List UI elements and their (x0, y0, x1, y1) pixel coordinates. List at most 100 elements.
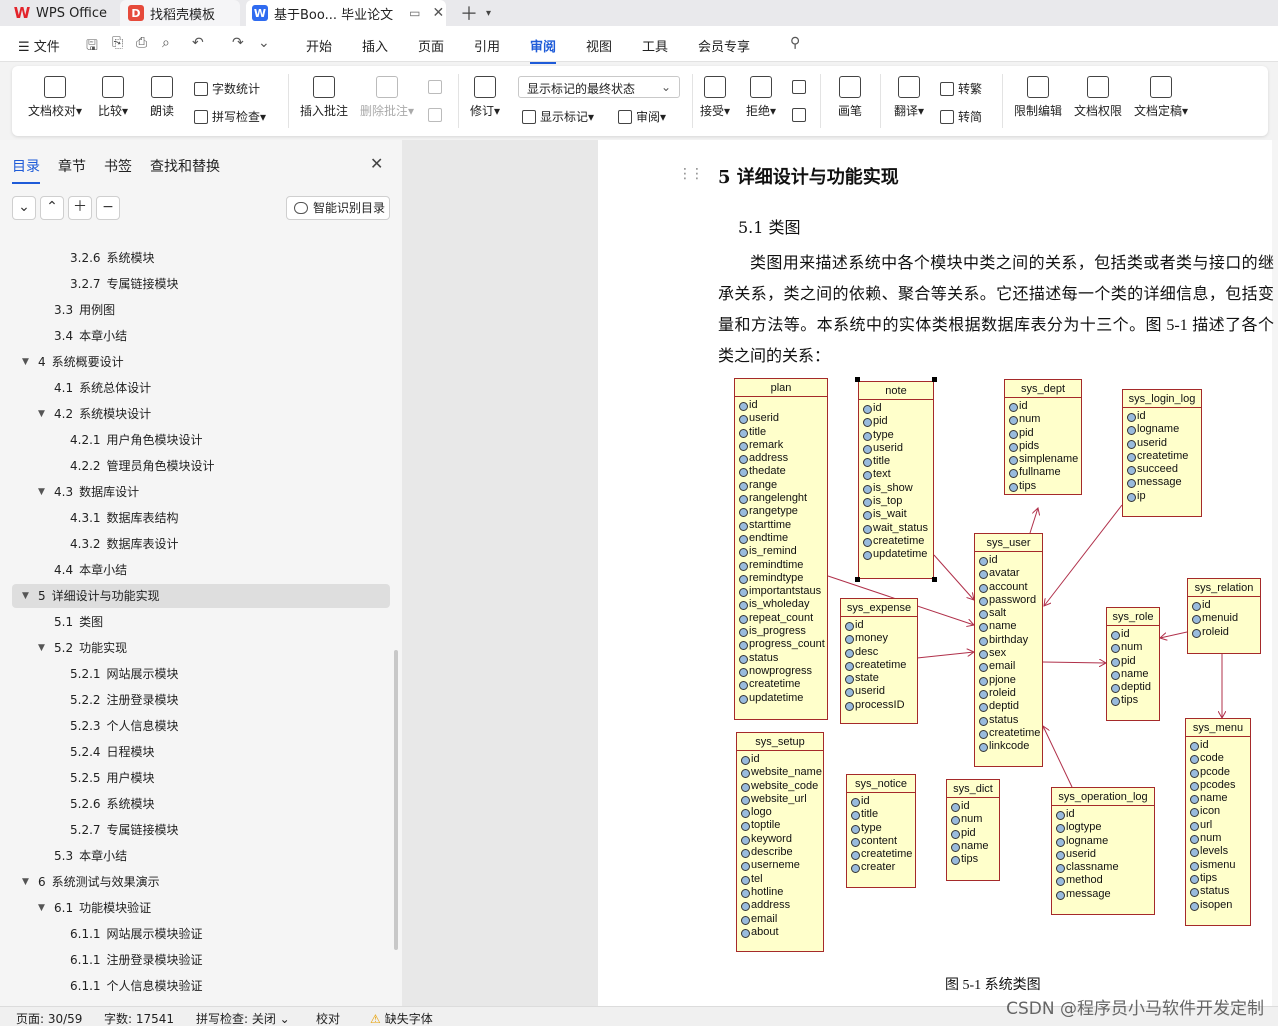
missing-font-status[interactable]: ⚠ 缺失字体 (370, 1010, 433, 1026)
revise-button[interactable]: 修订▾ (470, 76, 500, 119)
menu-start[interactable]: 开始 (306, 36, 332, 55)
undo-icon[interactable]: ↶ (192, 35, 204, 51)
selection-handle[interactable] (932, 377, 937, 382)
compare-button[interactable]: 比较▾ (98, 76, 128, 119)
spell-check-status[interactable]: 拼写检查: 关闭 ⌄ (196, 1010, 290, 1026)
nav-tab-chapters[interactable]: 章节 (58, 156, 86, 176)
reject-button[interactable]: 拒绝▾ (746, 76, 776, 119)
toc-item[interactable]: 5.3 本章小结 (54, 844, 127, 868)
to-simplified-button[interactable]: 转简 (940, 108, 982, 125)
toc-item[interactable]: 3.4 本章小结 (54, 324, 127, 348)
page-indicator[interactable]: 页面: 30/59 (16, 1010, 82, 1026)
show-marks-button[interactable]: 显示标记 ▾ (522, 108, 594, 125)
expand-triangle-icon[interactable]: ▼ (22, 350, 29, 374)
collapse-all-button[interactable]: − (96, 196, 120, 220)
translate-button[interactable]: 翻译▾ (894, 76, 924, 119)
nav-tab-toc[interactable]: 目录 (12, 156, 40, 184)
toc-item[interactable]: ▼ 4.2 系统模块设计 (38, 402, 151, 426)
toc-item[interactable]: 5.2.1 网站展示模块 (70, 662, 179, 686)
close-tab-icon[interactable]: ✕ (432, 5, 444, 21)
uml-class-sys-user[interactable]: sys_user id avatar account password salt name b… (974, 533, 1043, 767)
expand-triangle-icon[interactable]: ▼ (38, 480, 45, 504)
nav-tab-bookmarks[interactable]: 书签 (104, 156, 132, 176)
collapse-down-button[interactable]: ⌄ (12, 196, 36, 220)
uml-class-sys-expense[interactable]: sys_expense id money desc createtime state use… (840, 598, 918, 724)
selection-handle[interactable] (855, 377, 860, 382)
word-count-button[interactable]: 字数统计 (194, 80, 260, 97)
expand-triangle-icon[interactable]: ▼ (22, 870, 29, 894)
uml-class-sys-operation-log[interactable]: sys_operation_log id logtype logname userid c… (1051, 787, 1155, 915)
pen-button[interactable]: 画笔 (838, 76, 862, 119)
uml-class-sys-relation[interactable]: sys_relation id menuid roleid (1187, 578, 1261, 654)
doc-check-button[interactable]: 文档校对▾ (28, 76, 82, 119)
expand-triangle-icon[interactable]: ▼ (38, 896, 45, 920)
uml-class-sys-role[interactable]: sys_role id num pid name deptid tips (1106, 607, 1160, 721)
nav-scrollbar[interactable] (394, 650, 398, 950)
tab-wps-office[interactable]: W WPS Office (14, 0, 107, 26)
menu-tools[interactable]: 工具 (642, 36, 668, 55)
toc-item[interactable]: ▼ 6.1 功能模块验证 (38, 896, 151, 920)
uml-class-sys-dict[interactable]: sys_dict id num pid name tips (946, 779, 1000, 881)
print-icon[interactable]: ⎙ (136, 35, 147, 51)
uml-class-sys-login-log[interactable]: sys_login_log id logname userid createtime su… (1122, 389, 1202, 517)
toc-item[interactable]: 5.2.5 用户模块 (70, 766, 155, 790)
uml-class-sys-dept[interactable]: sys_dept id num pid pids simplename fullname ti… (1004, 379, 1082, 495)
uml-class-sys-menu[interactable]: sys_menu id code pcode pcodes name icon url num l… (1185, 718, 1251, 926)
chevron-down-icon[interactable]: ▾ (486, 8, 491, 19)
tab-templates[interactable]: D 找稻壳模板 (120, 0, 240, 26)
smart-toc-button[interactable]: 智能识别目录 (286, 196, 390, 220)
share-icon[interactable]: ⎘ (112, 35, 123, 51)
mark-state-select[interactable]: 显示标记的最终状态 ⌄ (518, 76, 680, 98)
collapse-up-button[interactable]: ⌃ (40, 196, 64, 220)
read-aloud-button[interactable]: 朗读 (150, 76, 174, 119)
uml-class-note[interactable]: note id pid type userid title text is_show is_to… (858, 381, 934, 579)
expand-all-button[interactable]: ＋ (68, 196, 92, 220)
review-pane-button[interactable]: 审阅 ▾ (618, 108, 666, 125)
word-count-status[interactable]: 字数: 17541 (104, 1010, 174, 1026)
expand-triangle-icon[interactable]: ▼ (38, 402, 45, 426)
save-icon[interactable]: 🖫 (86, 35, 98, 59)
toc-item[interactable]: ▼ 4 系统概要设计 (22, 350, 124, 374)
menu-view[interactable]: 视图 (586, 36, 612, 55)
toc-item[interactable]: 5.2.7 专属链接模块 (70, 818, 179, 842)
toc-item[interactable]: 6.1.1 网站展示模块验证 (70, 922, 203, 946)
new-tab-button[interactable]: ＋ ▾ (460, 0, 491, 26)
tab-document[interactable]: W 基于Boo... 毕业论文 ▭ ✕ (246, 0, 446, 26)
selection-handle[interactable] (855, 577, 860, 582)
toc-item[interactable]: 5.2.6 系统模块 (70, 792, 155, 816)
more-chevron-icon[interactable]: ⌄ (258, 35, 270, 51)
menu-reference[interactable]: 引用 (474, 36, 500, 55)
expand-triangle-icon[interactable]: ▼ (38, 636, 45, 660)
file-menu[interactable]: ☰ 文件 (18, 36, 60, 55)
restrict-edit-button[interactable]: 限制编辑 (1014, 76, 1062, 119)
proof-status[interactable]: 校对 (316, 1010, 340, 1026)
prev-revision-button[interactable] (792, 80, 810, 94)
toc-item[interactable]: 6.1.1 个人信息模块验证 (70, 974, 203, 998)
toc-item[interactable]: 3.3 用例图 (54, 298, 115, 322)
menu-member[interactable]: 会员专享 (698, 36, 750, 55)
menu-review[interactable]: 审阅 (530, 36, 557, 64)
toc-item[interactable]: ▼ 5.2 功能实现 (38, 636, 127, 660)
toc-item[interactable]: 3.2.7 专属链接模块 (70, 272, 179, 296)
toc-item[interactable]: ▼ 6 系统测试与效果演示 (22, 870, 160, 894)
toc-item[interactable]: 4.2.2 管理员角色模块设计 (70, 454, 215, 478)
toc-item[interactable]: 6.1.1 注册登录模块验证 (70, 948, 203, 972)
print-preview-icon[interactable]: ⌕ (162, 35, 170, 51)
nav-tab-find-replace[interactable]: 查找和替换 (150, 156, 220, 176)
expand-triangle-icon[interactable]: ▼ (22, 584, 29, 608)
toc-item[interactable]: 5.1 类图 (54, 610, 103, 634)
prev-comment-button[interactable] (428, 80, 446, 94)
toc-item[interactable]: 3.2.6 系统模块 (70, 246, 155, 270)
search-icon[interactable]: ⚲ (790, 35, 800, 51)
window-icon[interactable]: ▭ (409, 6, 420, 20)
redo-icon[interactable]: ↷ (232, 35, 244, 51)
toc-item[interactable]: 4.1 系统总体设计 (54, 376, 151, 400)
drag-handle-icon[interactable]: ⋮⋮ (678, 166, 704, 182)
toc-item[interactable]: ▼ 5 详细设计与功能实现 (22, 584, 160, 608)
menu-page[interactable]: 页面 (418, 36, 444, 55)
toc-item[interactable]: 5.2.3 个人信息模块 (70, 714, 179, 738)
toc-item[interactable]: 5.2.2 注册登录模块 (70, 688, 179, 712)
toc-item[interactable]: ▼ 4.3 数据库设计 (38, 480, 139, 504)
finalize-button[interactable]: 文档定稿▾ (1134, 76, 1188, 119)
toc-item[interactable]: 4.4 本章小结 (54, 558, 127, 582)
